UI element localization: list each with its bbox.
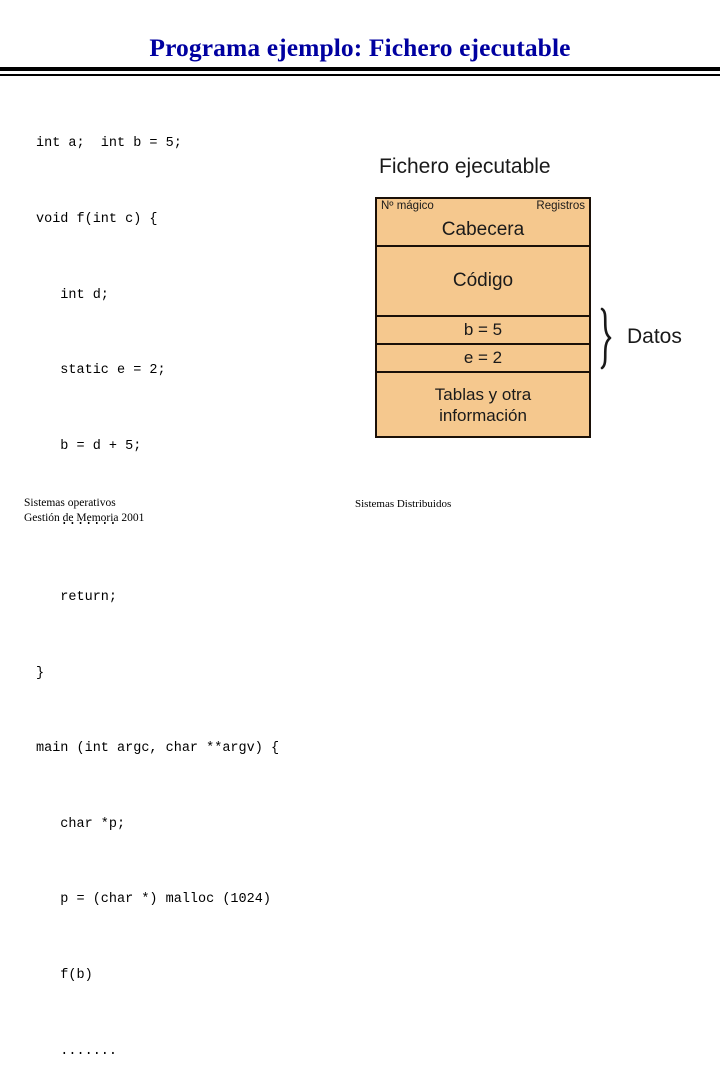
footer-left: Sistemas operativos Gestión de Memoria 2… xyxy=(24,496,144,526)
datos-bracket-label: Datos xyxy=(627,325,682,348)
code-line: ....... xyxy=(36,1043,118,1059)
segment-variable-e: e = 2 xyxy=(377,345,589,373)
segment-header-label: Cabecera xyxy=(441,219,525,240)
code-line: p = (char *) malloc (1024) xyxy=(36,892,271,908)
curly-brace-icon xyxy=(597,307,621,371)
magic-number-label: Nº mágico xyxy=(381,200,434,212)
code-line: int a; int b = 5; xyxy=(36,136,182,152)
file-layout-stack: Nº mágico Registros Cabecera Código b = … xyxy=(375,197,591,438)
code-line: return; xyxy=(36,589,118,605)
footer-center: Sistemas Distribuidos xyxy=(355,498,452,510)
footer-left-line2: Gestión de Memoria 2001 xyxy=(24,512,145,524)
diagram-heading: Fichero ejecutable xyxy=(379,155,551,178)
code-listing: int a; int b = 5; void f(int c) { int d;… xyxy=(36,81,366,1080)
segment-tables-label-line1: Tablas y otra xyxy=(434,384,532,404)
segment-variable-e-label: e = 2 xyxy=(463,348,503,367)
code-line: f(b) xyxy=(36,967,93,983)
segment-variable-b: b = 5 xyxy=(377,317,589,345)
segment-tables-label-line2: información xyxy=(439,405,527,425)
code-line: static e = 2; xyxy=(36,363,166,379)
code-line: void f(int c) { xyxy=(36,212,158,227)
code-line: int d; xyxy=(36,287,109,303)
code-line: char *p; xyxy=(36,816,126,832)
segment-code: Código xyxy=(377,247,589,317)
title-divider-thin xyxy=(0,74,720,76)
code-line: main (int argc, char **argv) { xyxy=(36,741,280,757)
slide-canvas: Programa ejemplo: Fichero ejecutable int… xyxy=(0,0,720,1059)
footer-left-line1: Sistemas operativos xyxy=(24,497,116,509)
code-line: b = d + 5; xyxy=(36,438,142,454)
segment-variable-b-label: b = 5 xyxy=(463,320,503,339)
executable-file-diagram: Fichero ejecutable Nº mágico Registros C… xyxy=(375,155,682,440)
code-line: } xyxy=(36,665,45,681)
segment-tables: Tablas y otra información xyxy=(377,373,589,436)
page-title: Programa ejemplo: Fichero ejecutable xyxy=(149,33,571,62)
segment-header: Nº mágico Registros Cabecera xyxy=(377,199,589,247)
title-divider-thick xyxy=(0,67,720,71)
registers-label: Registros xyxy=(536,200,585,212)
segment-code-label: Código xyxy=(452,270,514,291)
